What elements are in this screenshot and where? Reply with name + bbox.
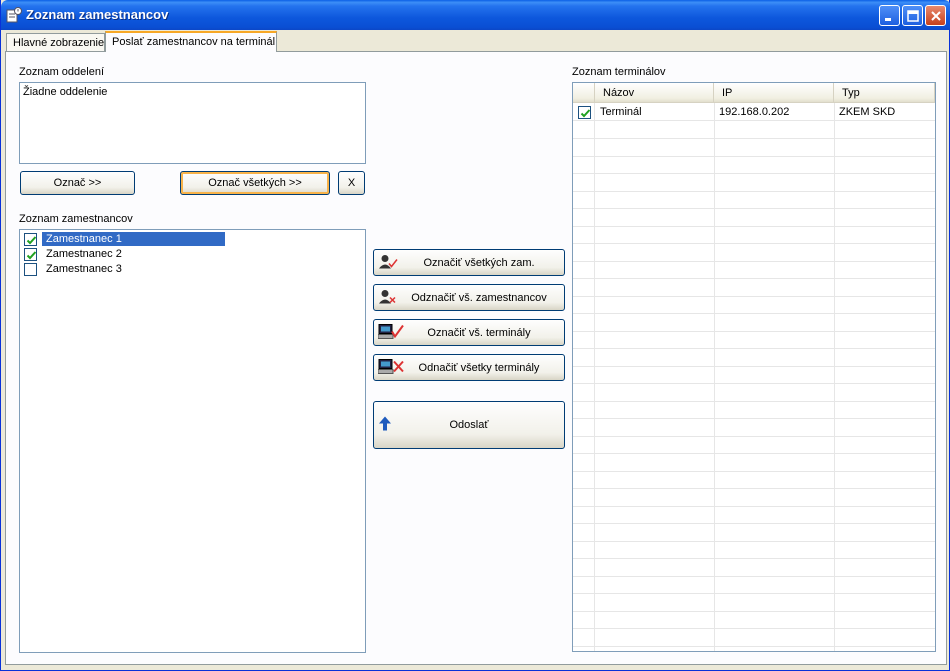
select-all-departments-button[interactable]: Označ všetkých >>	[180, 171, 330, 195]
close-icon	[931, 11, 941, 21]
window-title: Zoznam zamestnancov	[26, 7, 169, 22]
employee-checkbox[interactable]	[24, 263, 37, 276]
employees-label: Zoznam zamestnancov	[19, 213, 133, 225]
grid-divider	[594, 103, 595, 651]
check-all-employees-button[interactable]: Označiť všetkých zam.	[373, 249, 565, 276]
empty-table-row	[573, 455, 935, 472]
clear-departments-button[interactable]: X	[338, 171, 365, 195]
send-label: Odoslať	[449, 419, 489, 431]
select-department-label: Označ >>	[53, 177, 102, 189]
maximize-button[interactable]	[902, 5, 923, 26]
header-name[interactable]: Názov	[595, 83, 714, 103]
empty-table-row	[573, 420, 935, 437]
empty-table-row	[573, 192, 935, 209]
terminal-checkbox[interactable]	[578, 106, 591, 119]
empty-table-row	[573, 542, 935, 559]
empty-table-row	[573, 630, 935, 647]
terminals-label: Zoznam terminálov	[572, 66, 666, 78]
empty-table-row	[573, 402, 935, 419]
list-item[interactable]: Zamestnanec 2	[22, 247, 222, 261]
empty-table-row	[573, 490, 935, 507]
department-item[interactable]: Žiadne oddelenie	[23, 86, 107, 98]
empty-table-row	[573, 385, 935, 402]
main-window: Zoznam zamestnancov Hlavné zobrazenie Po…	[0, 0, 950, 671]
empty-table-row	[573, 297, 935, 314]
uncheck-all-terminals-button[interactable]: Odnačiť všetky terminály	[373, 354, 565, 381]
empty-table-row	[573, 647, 935, 651]
departments-list[interactable]: Žiadne oddelenie	[19, 82, 366, 164]
empty-table-row	[573, 175, 935, 192]
grid-divider	[834, 103, 835, 651]
grid-divider	[714, 103, 715, 651]
header-checkbox-column[interactable]	[573, 83, 595, 103]
minimize-icon	[885, 18, 891, 21]
check-all-terminals-label: Označiť vš. terminály	[427, 326, 531, 339]
clear-departments-label: X	[347, 177, 356, 189]
empty-table-row	[573, 332, 935, 349]
list-item[interactable]: Zamestnanec 1	[22, 231, 226, 247]
empty-table-row	[573, 227, 935, 244]
checkmark-icon	[26, 236, 37, 245]
list-item[interactable]: Zamestnanec 3	[22, 262, 222, 276]
empty-table-row	[573, 245, 935, 262]
grid-header: Názov IP Typ	[573, 83, 935, 103]
employee-checkbox[interactable]	[24, 248, 37, 261]
maximize-icon	[907, 10, 919, 22]
tab-main-view[interactable]: Hlavné zobrazenie	[6, 33, 105, 52]
empty-table-row	[573, 210, 935, 227]
send-button[interactable]: Odoslať	[373, 401, 565, 449]
empty-table-row	[573, 507, 935, 524]
uncheck-all-employees-label: Odznačiť vš. zamestnancov	[411, 291, 547, 304]
checkmark-icon	[580, 109, 591, 118]
employee-name: Zamestnanec 3	[46, 263, 122, 275]
employee-name: Zamestnanec 1	[41, 231, 226, 247]
check-all-employees-label: Označiť všetkých zam.	[423, 256, 535, 269]
empty-table-row	[573, 437, 935, 454]
empty-table-row	[573, 280, 935, 297]
empty-table-row	[573, 472, 935, 489]
terminal-type: ZKEM SKD	[839, 106, 896, 118]
terminal-name: Terminál	[600, 106, 642, 118]
table-row[interactable]: Terminál 192.168.0.202 ZKEM SKD	[573, 104, 935, 121]
select-all-departments-label: Označ všetkých >>	[208, 177, 302, 189]
empty-table-row	[573, 262, 935, 279]
empty-table-row	[573, 595, 935, 612]
empty-table-row	[573, 560, 935, 577]
empty-table-row	[573, 350, 935, 367]
minimize-button[interactable]	[879, 5, 900, 26]
checkmark-icon	[26, 251, 37, 260]
check-all-terminals-button[interactable]: Označiť vš. terminály	[373, 319, 565, 346]
employees-list[interactable]: Zamestnanec 1 Zamestnanec 2 Zamestnanec …	[19, 229, 366, 653]
empty-table-row	[573, 612, 935, 629]
uncheck-all-terminals-label: Odnačiť všetky terminály	[418, 361, 540, 374]
empty-table-row	[573, 140, 935, 157]
title-bar[interactable]: Zoznam zamestnancov	[1, 0, 950, 30]
header-ip[interactable]: IP	[714, 83, 834, 103]
uncheck-all-employees-button[interactable]: Odznačiť vš. zamestnancov	[373, 284, 565, 311]
select-department-button[interactable]: Označ >>	[20, 171, 135, 195]
app-icon	[6, 7, 22, 23]
terminals-grid[interactable]: Názov IP Typ Terminál 192.168.0.202 ZKEM…	[572, 82, 936, 652]
employee-name: Zamestnanec 2	[46, 248, 122, 260]
empty-table-row	[573, 122, 935, 139]
empty-table-row	[573, 577, 935, 594]
terminal-ip: 192.168.0.202	[719, 106, 790, 118]
departments-label: Zoznam oddelení	[19, 66, 104, 78]
empty-table-row	[573, 367, 935, 384]
header-type[interactable]: Typ	[834, 83, 935, 103]
tab-send-to-terminal[interactable]: Poslať zamestnancov na terminál	[105, 31, 277, 52]
close-button[interactable]	[925, 5, 946, 26]
employee-checkbox[interactable]	[24, 233, 37, 246]
empty-table-row	[573, 525, 935, 542]
empty-table-row	[573, 315, 935, 332]
empty-table-row	[573, 157, 935, 174]
